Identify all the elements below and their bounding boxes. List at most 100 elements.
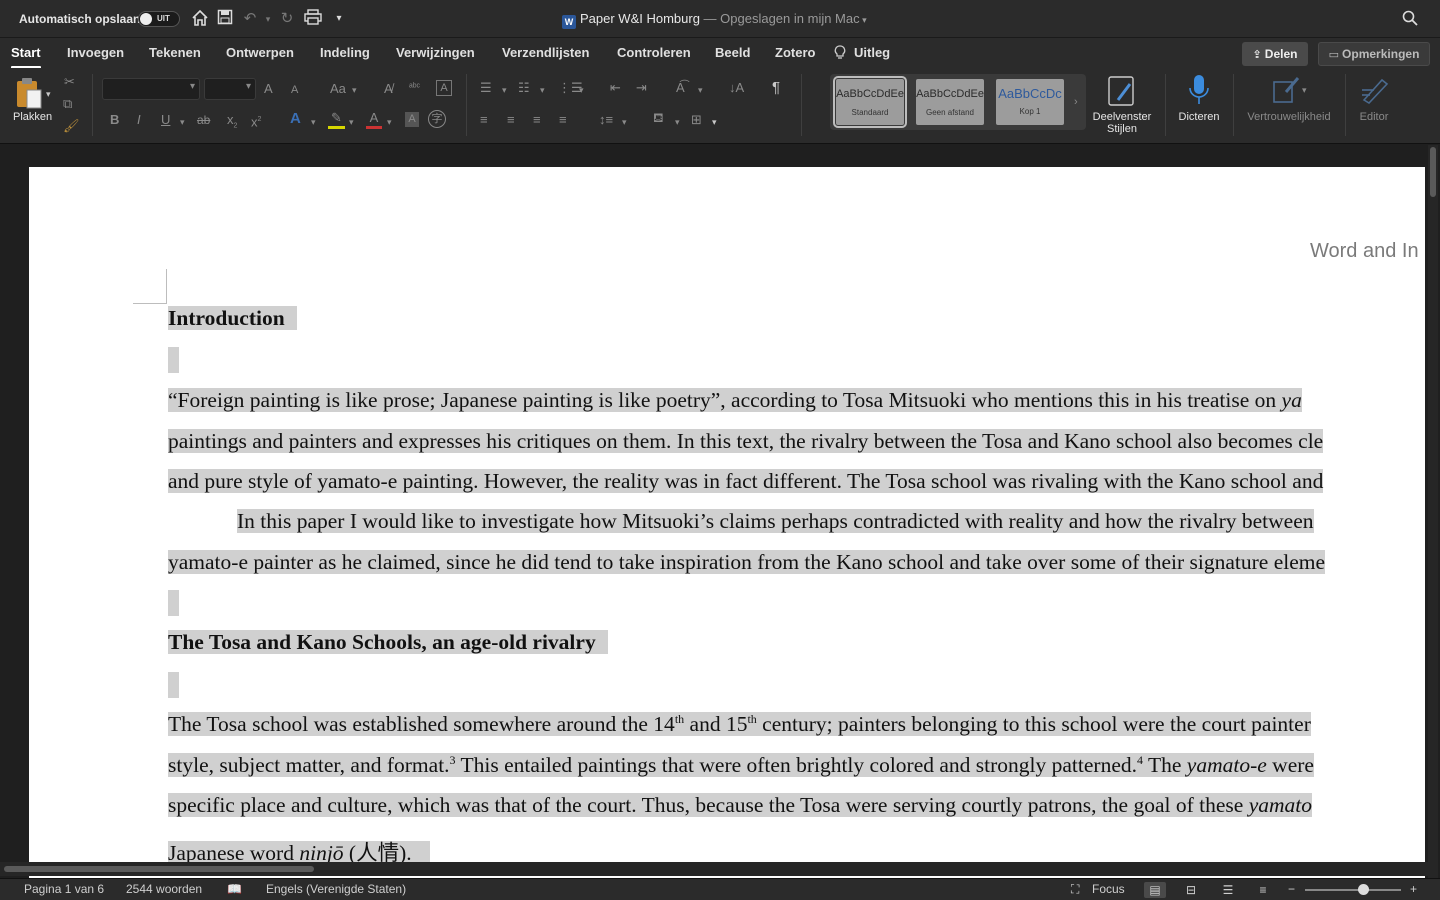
asian-layout-icon[interactable]: A͡ — [676, 80, 685, 96]
comments-button[interactable]: ▭ Opmerkingen — [1318, 42, 1430, 66]
justify-icon[interactable]: ≡ — [559, 112, 567, 128]
autosave-toggle[interactable]: UIT — [138, 11, 180, 27]
underline-button[interactable]: U — [161, 112, 170, 128]
draft-icon[interactable]: ≡ — [1252, 882, 1274, 898]
shrink-font-icon[interactable]: A — [291, 82, 298, 98]
font-size-combo[interactable] — [204, 78, 256, 100]
superscript-button[interactable]: x2 — [251, 112, 261, 130]
paragraph-line[interactable]: paintings and painters and expresses his… — [168, 429, 1324, 454]
scrollbar-thumb[interactable] — [4, 866, 314, 872]
vertical-scrollbar[interactable] — [1428, 145, 1438, 880]
outline-icon[interactable]: ☰ — [1217, 882, 1239, 898]
zoom-slider[interactable] — [1305, 889, 1401, 891]
phonetic-guide-icon[interactable]: ᵃᵇᶜ — [409, 80, 420, 96]
focus-label[interactable]: Focus — [1092, 882, 1125, 896]
chevron-down-icon[interactable]: ▾ — [180, 114, 185, 130]
word-count[interactable]: 2544 woorden — [126, 882, 202, 896]
paragraph-line[interactable]: The Tosa school was established somewher… — [168, 712, 1311, 737]
tab-start[interactable]: Start — [11, 45, 41, 69]
home-icon[interactable] — [190, 9, 210, 29]
copy-icon[interactable]: ⧉ — [63, 96, 72, 112]
paragraph-line[interactable]: specific place and culture, which was th… — [168, 793, 1312, 818]
highlight-color-icon[interactable]: ✎ — [328, 110, 345, 129]
document-title[interactable]: W Paper W&I Homburg — Opgeslagen in mijn … — [562, 11, 867, 29]
grow-font-icon[interactable]: A — [264, 81, 273, 97]
zoom-slider-knob[interactable] — [1358, 884, 1369, 895]
tab-controleren[interactable]: Controleren — [617, 45, 691, 60]
bullets-icon[interactable]: ☰ — [480, 80, 492, 96]
font-name-combo[interactable] — [102, 78, 200, 100]
paragraph-line[interactable]: and pure style of yamato-e painting. How… — [168, 469, 1324, 494]
tab-uitleg[interactable]: Uitleg — [854, 45, 890, 60]
chevron-down-icon[interactable]: ▾ — [579, 82, 584, 98]
sort-icon[interactable]: ↓A — [729, 80, 744, 96]
chevron-down-icon[interactable]: ▾ — [622, 114, 627, 130]
decrease-indent-icon[interactable]: ⇤ — [610, 80, 621, 96]
character-shading-icon[interactable]: A — [405, 112, 419, 127]
align-right-icon[interactable]: ≡ — [533, 112, 541, 128]
save-icon[interactable] — [215, 9, 235, 29]
tab-zotero[interactable]: Zotero — [775, 45, 815, 60]
horizontal-scrollbar[interactable] — [0, 862, 1428, 876]
align-center-icon[interactable]: ≡ — [507, 112, 515, 128]
chevron-down-icon[interactable]: ▾ — [352, 82, 357, 98]
format-painter-icon[interactable]: 🖌 — [63, 118, 80, 134]
chevron-down-icon[interactable]: ▾ — [675, 114, 680, 130]
tab-tekenen[interactable]: Tekenen — [149, 45, 201, 60]
print-icon[interactable] — [303, 9, 323, 29]
tab-beeld[interactable]: Beeld — [715, 45, 750, 60]
enclose-characters-icon[interactable]: 字 — [428, 110, 446, 128]
web-layout-icon[interactable]: ⊟ — [1180, 882, 1202, 898]
borders-icon[interactable]: ⊞ — [691, 112, 702, 128]
tab-invoegen[interactable]: Invoegen — [67, 45, 124, 60]
redo-icon[interactable]: ↻ — [277, 9, 297, 29]
proofing-icon[interactable]: 📖 — [227, 882, 242, 896]
line-spacing-icon[interactable]: ↕≡ — [599, 112, 613, 128]
style-standaard[interactable]: AaBbCcDdEe Standaard — [833, 76, 907, 128]
sensitivity-icon[interactable] — [1272, 76, 1300, 109]
font-color-icon[interactable]: A — [366, 110, 382, 129]
scrollbar-thumb[interactable] — [1430, 147, 1436, 197]
tab-verwijzingen[interactable]: Verwijzingen — [396, 45, 475, 60]
italic-button[interactable]: I — [137, 112, 141, 128]
chevron-down-icon[interactable]: ▾ — [712, 114, 717, 130]
microphone-icon[interactable] — [1188, 74, 1210, 111]
tab-indeling[interactable]: Indeling — [320, 45, 370, 60]
show-formatting-marks-icon[interactable]: ¶ — [772, 80, 780, 96]
subscript-button[interactable]: x2 — [227, 112, 237, 135]
chevron-right-icon[interactable]: › — [1074, 94, 1078, 110]
style-kop-1[interactable]: AaBbCcDc Kop 1 — [996, 79, 1064, 125]
zoom-in-button[interactable]: + — [1410, 882, 1417, 896]
paragraph-line[interactable]: In this paper I would like to investigat… — [237, 509, 1314, 534]
chevron-down-icon[interactable]: ▾ — [502, 82, 507, 98]
editor-pen-icon[interactable] — [1360, 76, 1390, 109]
shading-icon[interactable]: ⛾ — [653, 110, 664, 126]
change-case-icon[interactable]: Aa — [330, 81, 346, 97]
page-info[interactable]: Pagina 1 van 6 — [24, 882, 104, 896]
heading-introduction[interactable]: Introduction — [168, 306, 297, 331]
chevron-down-icon[interactable]: ▾ — [349, 114, 354, 130]
chevron-down-icon[interactable]: ▾ — [540, 82, 545, 98]
zoom-out-button[interactable]: − — [1288, 882, 1295, 896]
text-effects-icon[interactable]: A — [290, 111, 301, 127]
undo-dropdown-icon[interactable]: ▾ — [258, 9, 278, 29]
undo-icon[interactable]: ↶ — [240, 9, 260, 29]
print-layout-icon[interactable]: ▤ — [1144, 882, 1166, 898]
chevron-down-icon[interactable]: ▾ — [1302, 82, 1307, 98]
character-border-icon[interactable]: A — [436, 80, 452, 96]
clear-formatting-icon[interactable]: A̸ — [384, 81, 393, 97]
bold-button[interactable]: B — [110, 112, 119, 128]
strikethrough-button[interactable]: ab — [197, 112, 210, 128]
search-icon[interactable] — [1402, 10, 1418, 30]
increase-indent-icon[interactable]: ⇥ — [636, 80, 647, 96]
chevron-down-icon[interactable]: ▾ — [387, 114, 392, 130]
share-button[interactable]: ⇪ Delen — [1242, 42, 1308, 66]
document-page[interactable]: Word and In Introduction “Foreign painti… — [29, 167, 1425, 880]
paste-dropdown-icon[interactable]: ▾ — [46, 86, 51, 102]
paste-icon[interactable] — [15, 76, 45, 115]
chevron-down-icon[interactable]: ▾ — [311, 114, 316, 130]
styles-pane-icon[interactable] — [1108, 76, 1136, 111]
customize-toolbar-icon[interactable]: ▾ — [329, 9, 349, 29]
style-geen-afstand[interactable]: AaBbCcDdEe Geen afstand — [916, 79, 984, 125]
cut-icon[interactable]: ✂ — [64, 74, 75, 90]
